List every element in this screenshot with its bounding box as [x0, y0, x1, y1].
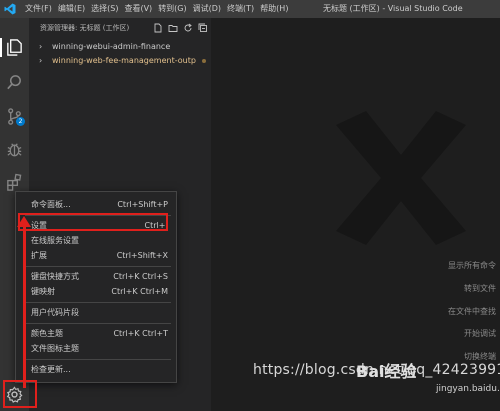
chevron-right-icon: ›: [39, 42, 43, 51]
menu-item-keymaps[interactable]: 键映射 Ctrl+K Ctrl+M: [16, 285, 176, 299]
menu-item-command-palette[interactable]: 命令面板... Ctrl+Shift+P: [16, 198, 176, 212]
active-indicator: [0, 38, 2, 57]
folder-name: winning-web-fee-management-outp: [52, 56, 196, 65]
menu-item-keyboard-shortcuts[interactable]: 键盘快捷方式 Ctrl+K Ctrl+S: [16, 270, 176, 284]
annotation-arrow-shaft: [23, 226, 26, 388]
menu-view[interactable]: 查看(V): [124, 0, 152, 18]
hint-start-debugging: 开始调试: [464, 329, 496, 338]
settings-highlight-box: [18, 213, 168, 231]
menu-item-check-updates[interactable]: 检查更新...: [16, 363, 176, 377]
window-title: 无标题 (工作区) - Visual Studio Code: [323, 4, 463, 13]
vscode-logo-icon[interactable]: [4, 3, 16, 15]
hint-toggle-terminal: 切换终端: [464, 352, 496, 361]
hint-find-in-files: 在文件中查找: [448, 307, 496, 316]
menu-debug[interactable]: 调试(D): [193, 0, 221, 18]
menu-file[interactable]: 文件(F): [25, 0, 52, 18]
sidebar-header: 资源管理器: 无标题 (工作区): [29, 18, 211, 40]
folder-name: winning-webui-admin-finance: [52, 42, 171, 51]
hint-go-to-file: 转到文件: [464, 284, 496, 293]
menu-edit[interactable]: 编辑(E): [58, 0, 85, 18]
editor-area: 显示所有命令 转到文件 在文件中查找 开始调试 切换终端 https://blo…: [211, 18, 500, 411]
vscode-watermark-icon: [336, 111, 466, 245]
refresh-icon[interactable]: [183, 23, 193, 33]
menu-separator: [25, 359, 171, 360]
annotation-arrow-head-icon: [17, 216, 31, 227]
gear-highlight-box: [3, 380, 37, 408]
menu-item-file-icon-theme[interactable]: 文件图标主题: [16, 342, 176, 356]
menu-separator: [25, 323, 171, 324]
title-bar: 文件(F) 编辑(E) 选择(S) 查看(V) 转到(G) 调试(D) 终端(T…: [0, 0, 500, 18]
hint-show-all-commands: 显示所有命令: [448, 261, 496, 270]
folder-item[interactable]: › winning-web-fee-management-outp: [29, 54, 211, 67]
menu-item-online-services[interactable]: 在线服务设置: [16, 234, 176, 248]
folder-item[interactable]: › winning-webui-admin-finance: [29, 40, 211, 53]
scm-badge: 2: [16, 117, 25, 126]
collapse-all-icon[interactable]: [198, 23, 208, 33]
menu-item-color-theme[interactable]: 颜色主题 Ctrl+K Ctrl+T: [16, 327, 176, 341]
menu-separator: [25, 302, 171, 303]
explorer-icon[interactable]: [5, 38, 24, 57]
menu-terminal[interactable]: 终端(T): [227, 0, 254, 18]
extensions-icon[interactable]: [5, 173, 24, 192]
menu-help[interactable]: 帮助(H): [260, 0, 288, 18]
menu-go[interactable]: 转到(G): [158, 0, 186, 18]
baidu-jingyan-watermark: Bai经验: [356, 362, 417, 381]
new-file-icon[interactable]: [153, 23, 163, 33]
modified-dot-icon: [202, 59, 206, 63]
chevron-right-icon: ›: [39, 56, 43, 65]
menu-bar: 文件(F) 编辑(E) 选择(S) 查看(V) 转到(G) 调试(D) 终端(T…: [25, 0, 294, 18]
debug-icon[interactable]: [5, 140, 24, 159]
search-icon[interactable]: [5, 73, 24, 92]
new-folder-icon[interactable]: [168, 23, 178, 33]
menu-separator: [25, 266, 171, 267]
menu-item-extensions[interactable]: 扩展 Ctrl+Shift+X: [16, 249, 176, 263]
sidebar-title: 资源管理器: 无标题 (工作区): [40, 24, 130, 32]
menu-item-user-snippets[interactable]: 用户代码片段: [16, 306, 176, 320]
menu-selection[interactable]: 选择(S): [91, 0, 118, 18]
jingyan-url-watermark: jingyan.baidu.com: [436, 384, 500, 394]
